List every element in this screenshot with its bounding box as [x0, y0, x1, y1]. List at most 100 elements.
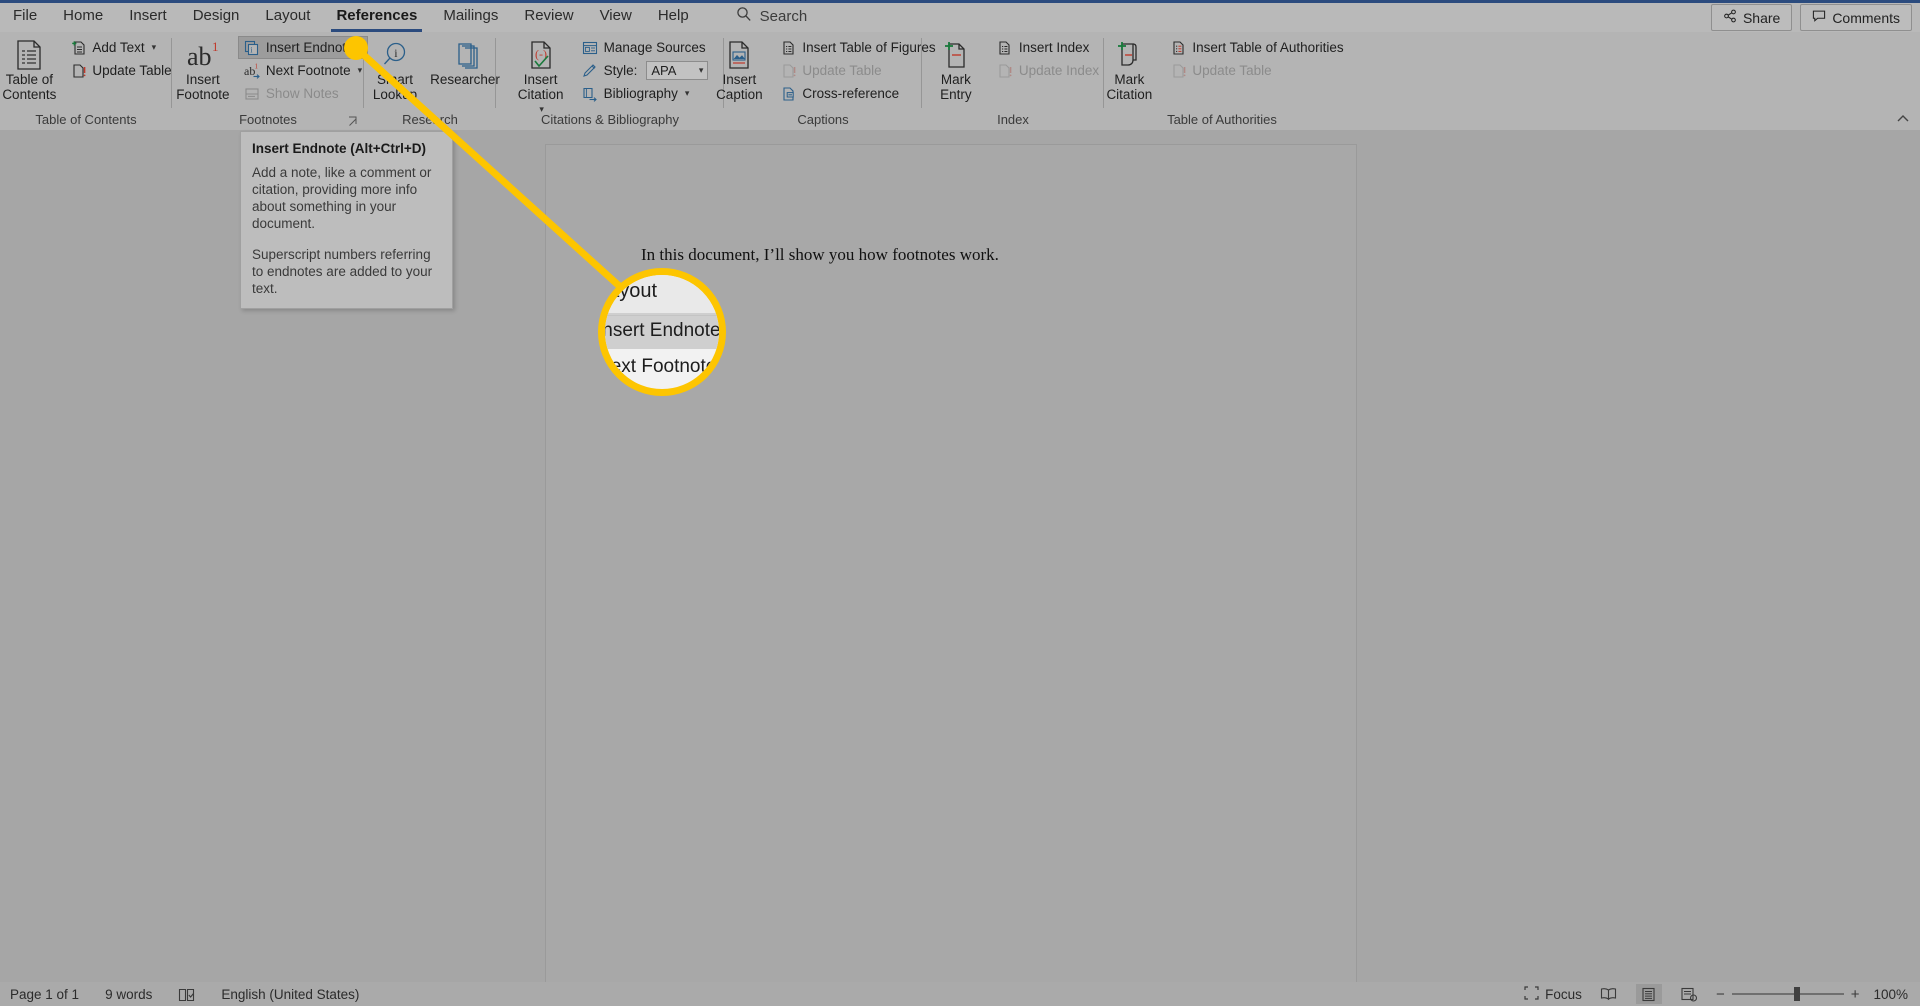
tooltip-body-second: Superscript numbers referring to endnote… — [252, 247, 433, 296]
read-mode-button[interactable] — [1596, 984, 1622, 1004]
insert-index-button[interactable]: Insert Index — [991, 36, 1105, 59]
proofing-icon[interactable] — [178, 987, 195, 1002]
tooltip-body-first: Add a note, like a comment or citation, … — [252, 165, 432, 231]
zoom-level[interactable]: 100% — [1873, 987, 1908, 1002]
manage-sources-label: Manage Sources — [603, 40, 706, 55]
tab-insert[interactable]: Insert — [116, 0, 180, 32]
comments-button[interactable]: Comments — [1800, 4, 1912, 31]
mark-entry-button[interactable]: Mark Entry — [921, 35, 991, 105]
update-table-figures-label: Update Table — [802, 63, 882, 78]
bibliography-button[interactable]: Bibliography ▾ — [576, 82, 715, 105]
show-notes-icon — [244, 85, 261, 102]
style-icon — [582, 62, 599, 79]
tab-references[interactable]: References — [323, 0, 430, 32]
focus-button[interactable]: Focus — [1524, 985, 1582, 1003]
insert-caption-button[interactable]: Insert Caption — [704, 35, 774, 105]
group-label-table-of-authorities: Table of Authorities — [1167, 112, 1277, 127]
ribbon-group-research: i Smart Lookup Researcher Research — [364, 32, 500, 130]
bibliography-label: Bibliography — [603, 86, 678, 101]
zoom-out-button[interactable]: − — [1716, 986, 1725, 1003]
style-label: Style: — [603, 63, 638, 78]
language-indicator[interactable]: English (United States) — [221, 987, 359, 1002]
tab-view[interactable]: View — [587, 0, 645, 32]
mark-entry-icon — [940, 38, 972, 72]
table-of-contents-button[interactable]: Table of Contents — [0, 35, 64, 105]
smart-lookup-button[interactable]: i Smart Lookup — [360, 35, 430, 105]
group-label-captions: Captions — [797, 112, 849, 127]
add-text-button[interactable]: Add Text ▾ — [64, 36, 177, 59]
zoom-in-button[interactable]: + — [1851, 986, 1860, 1003]
cross-reference-label: Cross-reference — [802, 86, 900, 101]
tab-home[interactable]: Home — [50, 0, 116, 32]
tab-help[interactable]: Help — [645, 0, 702, 32]
insert-table-of-authorities-label: Insert Table of Authorities — [1192, 40, 1344, 55]
update-table-figures-button[interactable]: Update Table — [774, 59, 941, 82]
manage-sources-button[interactable]: Manage Sources — [576, 36, 715, 59]
insert-caption-icon — [723, 38, 755, 72]
mark-citation-button[interactable]: Mark Citation — [1094, 35, 1164, 105]
manage-sources-icon — [582, 39, 599, 56]
update-index-button[interactable]: Update Index — [991, 59, 1105, 82]
tab-file[interactable]: File — [0, 0, 50, 32]
next-footnote-button[interactable]: ab 1 Next Footnote ▾ — [238, 59, 368, 82]
citation-style-control[interactable]: Style: APA ▾ — [576, 59, 715, 82]
insert-endnote-button[interactable]: i Insert Endnote — [237, 36, 369, 59]
show-notes-button[interactable]: Show Notes — [238, 82, 368, 105]
tab-design[interactable]: Design — [180, 0, 253, 32]
researcher-label-line1: Researcher — [430, 72, 500, 87]
svg-text:1: 1 — [254, 63, 258, 71]
insert-citation-label-line2: Citation — [517, 87, 564, 102]
update-table-authorities-button[interactable]: Update Table — [1164, 59, 1349, 82]
ribbon-group-index: Mark Entry Insert Index Update Index Ind… — [922, 32, 1104, 130]
researcher-icon — [449, 38, 481, 72]
update-table-toc-button[interactable]: Update Table — [64, 59, 177, 82]
tooltip-title: Insert Endnote (Alt+Ctrl+D) — [252, 141, 427, 156]
next-footnote-icon: ab 1 — [244, 62, 261, 79]
insert-footnote-icon: ab 1 — [185, 38, 221, 72]
add-text-label: Add Text — [92, 40, 145, 55]
search-icon — [736, 6, 752, 26]
collapse-ribbon-button[interactable] — [1896, 113, 1910, 128]
print-layout-button[interactable] — [1635, 984, 1662, 1004]
smart-lookup-label-line1: Smart — [376, 72, 413, 87]
insert-table-of-figures-button[interactable]: Insert Table of Figures — [774, 36, 941, 59]
magnified-tab-layout: Layout — [605, 275, 719, 313]
magnified-insert-endnote: Insert Endnote — [605, 313, 719, 349]
magnified-separator — [605, 315, 719, 316]
comment-icon — [1812, 9, 1826, 26]
page-indicator[interactable]: Page 1 of 1 — [10, 987, 79, 1002]
insert-endnote-tooltip: Insert Endnote (Alt+Ctrl+D) Add a note, … — [240, 131, 453, 309]
tab-review[interactable]: Review — [511, 0, 586, 32]
insert-citation-label-line1: Insert — [523, 72, 558, 87]
insert-footnote-label-line1: Insert — [185, 72, 220, 87]
search-box[interactable]: Search — [736, 6, 807, 26]
word-count[interactable]: 9 words — [105, 987, 152, 1002]
document-body-text[interactable]: In this document, I’ll show you how foot… — [641, 245, 1281, 265]
share-label: Share — [1742, 9, 1781, 26]
group-label-footnotes: Footnotes — [239, 112, 297, 127]
researcher-button[interactable]: Researcher — [430, 35, 500, 90]
share-button[interactable]: Share — [1710, 4, 1793, 31]
status-bar: Page 1 of 1 9 words English (United Stat… — [0, 982, 1920, 1006]
citation-style-select[interactable]: APA ▾ — [646, 61, 709, 80]
insert-citation-icon: (-) — [525, 38, 557, 72]
insert-citation-button[interactable]: (-) Insert Citation ▾ — [506, 35, 576, 120]
tab-layout[interactable]: Layout — [252, 0, 323, 32]
chevron-down-icon: ▾ — [698, 65, 704, 75]
update-table-icon — [1170, 62, 1187, 79]
zoom-slider[interactable]: − + — [1716, 986, 1860, 1003]
zoom-thumb[interactable] — [1793, 987, 1800, 1001]
comments-label: Comments — [1832, 9, 1900, 26]
footnotes-dialog-launcher[interactable] — [348, 116, 360, 128]
magnifier-content: Layout Insert Endnote Next Footnote — [605, 275, 719, 385]
cross-reference-icon — [780, 85, 797, 102]
smart-lookup-icon: i — [379, 38, 411, 72]
cross-reference-button[interactable]: Cross-reference — [774, 82, 941, 105]
web-layout-button[interactable] — [1676, 984, 1702, 1004]
tab-mailings[interactable]: Mailings — [430, 0, 511, 32]
ribbon-group-table-of-authorities: Mark Citation Insert Table of Authoritie… — [1104, 32, 1343, 130]
zoom-track[interactable] — [1731, 987, 1844, 1001]
insert-table-of-authorities-button[interactable]: Insert Table of Authorities — [1164, 36, 1349, 59]
titlebar-right-actions: Share Comments — [1710, 4, 1912, 31]
insert-footnote-button[interactable]: ab 1 Insert Footnote — [168, 35, 238, 105]
